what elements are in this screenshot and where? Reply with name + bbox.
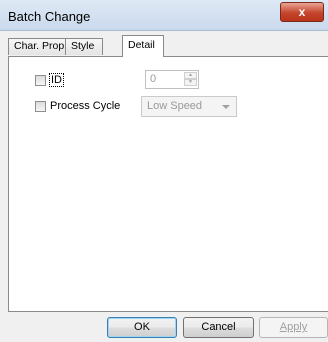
tab-label: Detail — [128, 39, 155, 51]
ok-button[interactable]: OK — [107, 317, 177, 338]
tab-detail[interactable]: Detail — [122, 35, 164, 57]
process-cycle-label: Process Cycle — [50, 100, 121, 112]
window-title: Batch Change — [8, 9, 91, 24]
close-icon: x — [298, 5, 306, 19]
spin-buttons: ▲ ▼ — [184, 72, 197, 87]
detail-panel — [8, 56, 328, 312]
apply-label: Apply — [279, 321, 308, 333]
title-bar: Batch Change x — [0, 0, 328, 31]
tab-style[interactable]: Style — [65, 38, 103, 55]
cancel-button[interactable]: Cancel — [183, 317, 254, 338]
id-spin-field[interactable]: 0 ▲ ▼ — [145, 70, 199, 89]
process-cycle-value: Low Speed — [147, 100, 203, 112]
spin-up-icon[interactable]: ▲ — [184, 72, 197, 79]
dropdown-arrow-icon — [222, 105, 230, 109]
id-checkbox-label: ID — [49, 73, 64, 87]
id-value: 0 — [150, 73, 157, 85]
process-cycle-checkbox[interactable] — [35, 101, 46, 112]
id-label-text: ID — [49, 73, 64, 87]
spin-down-icon[interactable]: ▼ — [184, 79, 197, 86]
tab-label: Char. Prop. — [14, 40, 68, 52]
apply-button[interactable]: Apply — [259, 317, 328, 338]
id-checkbox[interactable] — [35, 75, 46, 86]
tab-char-prop[interactable]: Char. Prop. — [8, 38, 68, 55]
tab-label: Style — [71, 40, 95, 52]
process-cycle-dropdown[interactable]: Low Speed — [141, 96, 237, 117]
close-button[interactable]: x — [280, 2, 324, 22]
